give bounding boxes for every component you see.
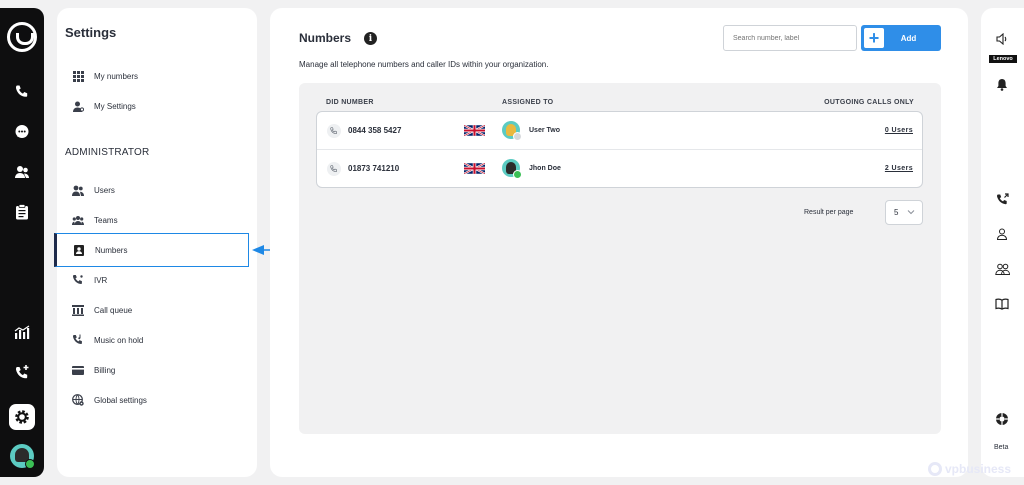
settings-item-call-queue[interactable]: Call queue: [57, 293, 249, 327]
user-gear-icon: [72, 100, 84, 112]
uk-flag-icon: [464, 163, 485, 174]
watermark-logo-icon: [928, 462, 942, 476]
settings-item-label: IVR: [94, 275, 108, 285]
queue-icon: [72, 304, 84, 316]
settings-item-global-settings[interactable]: Global settings: [57, 383, 249, 417]
phone-icon: [327, 124, 341, 138]
users-icon: [72, 184, 84, 196]
table-rows: 0844 358 5427 User Two 0 Users 01873 741…: [316, 111, 923, 188]
settings-item-ivr[interactable]: IVR: [57, 263, 249, 297]
settings-item-billing[interactable]: Billing: [57, 353, 249, 387]
app-logo-icon[interactable]: [7, 22, 37, 52]
phone-icon: [327, 162, 341, 176]
clipboard-icon[interactable]: [12, 202, 32, 222]
help-lifebuoy-icon[interactable]: [994, 411, 1010, 427]
speaker-icon[interactable]: [994, 31, 1010, 47]
grid-icon: [72, 70, 84, 82]
card-icon: [72, 364, 84, 376]
settings-item-label: Music on hold: [94, 335, 144, 345]
settings-item-users[interactable]: Users: [57, 173, 249, 207]
settings-gear-icon[interactable]: [9, 404, 35, 430]
info-icon[interactable]: i: [364, 32, 377, 45]
numbers-table: DID NUMBER ASSIGNED TO OUTGOING CALLS ON…: [299, 83, 941, 434]
settings-item-music-on-hold[interactable]: Music on hold: [57, 323, 249, 357]
add-button-label: Add: [900, 33, 917, 43]
settings-item-teams[interactable]: Teams: [57, 203, 249, 237]
contacts-icon[interactable]: [12, 162, 32, 182]
chat-icon[interactable]: [12, 122, 32, 142]
settings-item-label: Billing: [94, 365, 116, 375]
music-phone-icon: [72, 334, 84, 346]
settings-item-label: Global settings: [94, 395, 147, 405]
result-per-page-select[interactable]: 5: [885, 200, 923, 225]
did-number: 0844 358 5427: [348, 126, 402, 135]
user-avatar[interactable]: [10, 444, 35, 469]
table-row[interactable]: 0844 358 5427 User Two 0 Users: [317, 112, 922, 149]
chevron-down-icon: [907, 210, 915, 215]
settings-item-label: Call queue: [94, 305, 133, 315]
section-administrator: ADMINISTRATOR: [65, 147, 150, 158]
settings-item-numbers[interactable]: Numbers: [54, 233, 249, 267]
brand-badge: Lenovo: [989, 55, 1017, 63]
column-header-outgoing: OUTGOING CALLS ONLY: [824, 99, 914, 106]
phone-icon[interactable]: [12, 82, 32, 102]
assigned-user: Jhon Doe: [529, 165, 561, 172]
settings-item-label: My numbers: [94, 71, 139, 81]
analytics-icon[interactable]: [12, 322, 32, 342]
settings-item-my-numbers[interactable]: My numbers: [57, 59, 249, 93]
settings-panel: Settings My numbers My Settings ADMINIST…: [54, 8, 257, 477]
settings-item-label: Teams: [94, 215, 118, 225]
did-number: 01873 741210: [348, 164, 400, 173]
app-nav-rail: [0, 8, 44, 477]
watermark: vpbusiness: [928, 462, 1011, 476]
add-number-button[interactable]: + Add: [861, 25, 941, 51]
result-per-page-value: 5: [894, 208, 899, 217]
user-avatar: [502, 121, 522, 141]
numbers-page: Numbers i Manage all telephone numbers a…: [270, 8, 968, 477]
beta-label: Beta: [994, 444, 1009, 451]
person-icon[interactable]: [994, 226, 1010, 242]
watermark-text: vpbusiness: [945, 462, 1012, 476]
phone-transfer-icon[interactable]: [994, 191, 1010, 207]
globe-gear-icon: [72, 394, 84, 406]
group-icon[interactable]: [994, 261, 1010, 277]
assigned-user: User Two: [529, 127, 560, 134]
column-header-did: DID NUMBER: [326, 99, 374, 106]
settings-title: Settings: [65, 25, 117, 40]
page-subtitle: Manage all telephone numbers and caller …: [299, 60, 549, 69]
outgoing-users-link[interactable]: 0 Users: [885, 127, 913, 134]
settings-item-label: Users: [94, 185, 115, 195]
settings-item-label: My Settings: [94, 101, 136, 111]
column-header-assigned: ASSIGNED TO: [502, 99, 554, 106]
book-icon[interactable]: [994, 296, 1010, 312]
plus-icon: +: [864, 28, 884, 48]
phone-add-icon[interactable]: [12, 362, 32, 382]
bell-icon[interactable]: [994, 76, 1010, 92]
search-input[interactable]: [723, 25, 857, 51]
page-title: Numbers: [299, 31, 352, 45]
contact-card-icon: [73, 244, 85, 256]
ivr-icon: [72, 274, 84, 286]
user-avatar: [502, 159, 522, 179]
table-row[interactable]: 01873 741210 Jhon Doe 2 Users: [317, 149, 922, 186]
settings-item-my-settings[interactable]: My Settings: [57, 89, 249, 123]
settings-item-label: Numbers: [95, 245, 128, 255]
right-toolbar: Lenovo Beta: [981, 8, 1024, 477]
outgoing-users-link[interactable]: 2 Users: [885, 165, 913, 172]
uk-flag-icon: [464, 125, 485, 136]
team-icon: [72, 214, 84, 226]
result-per-page-label: Result per page: [804, 209, 854, 216]
